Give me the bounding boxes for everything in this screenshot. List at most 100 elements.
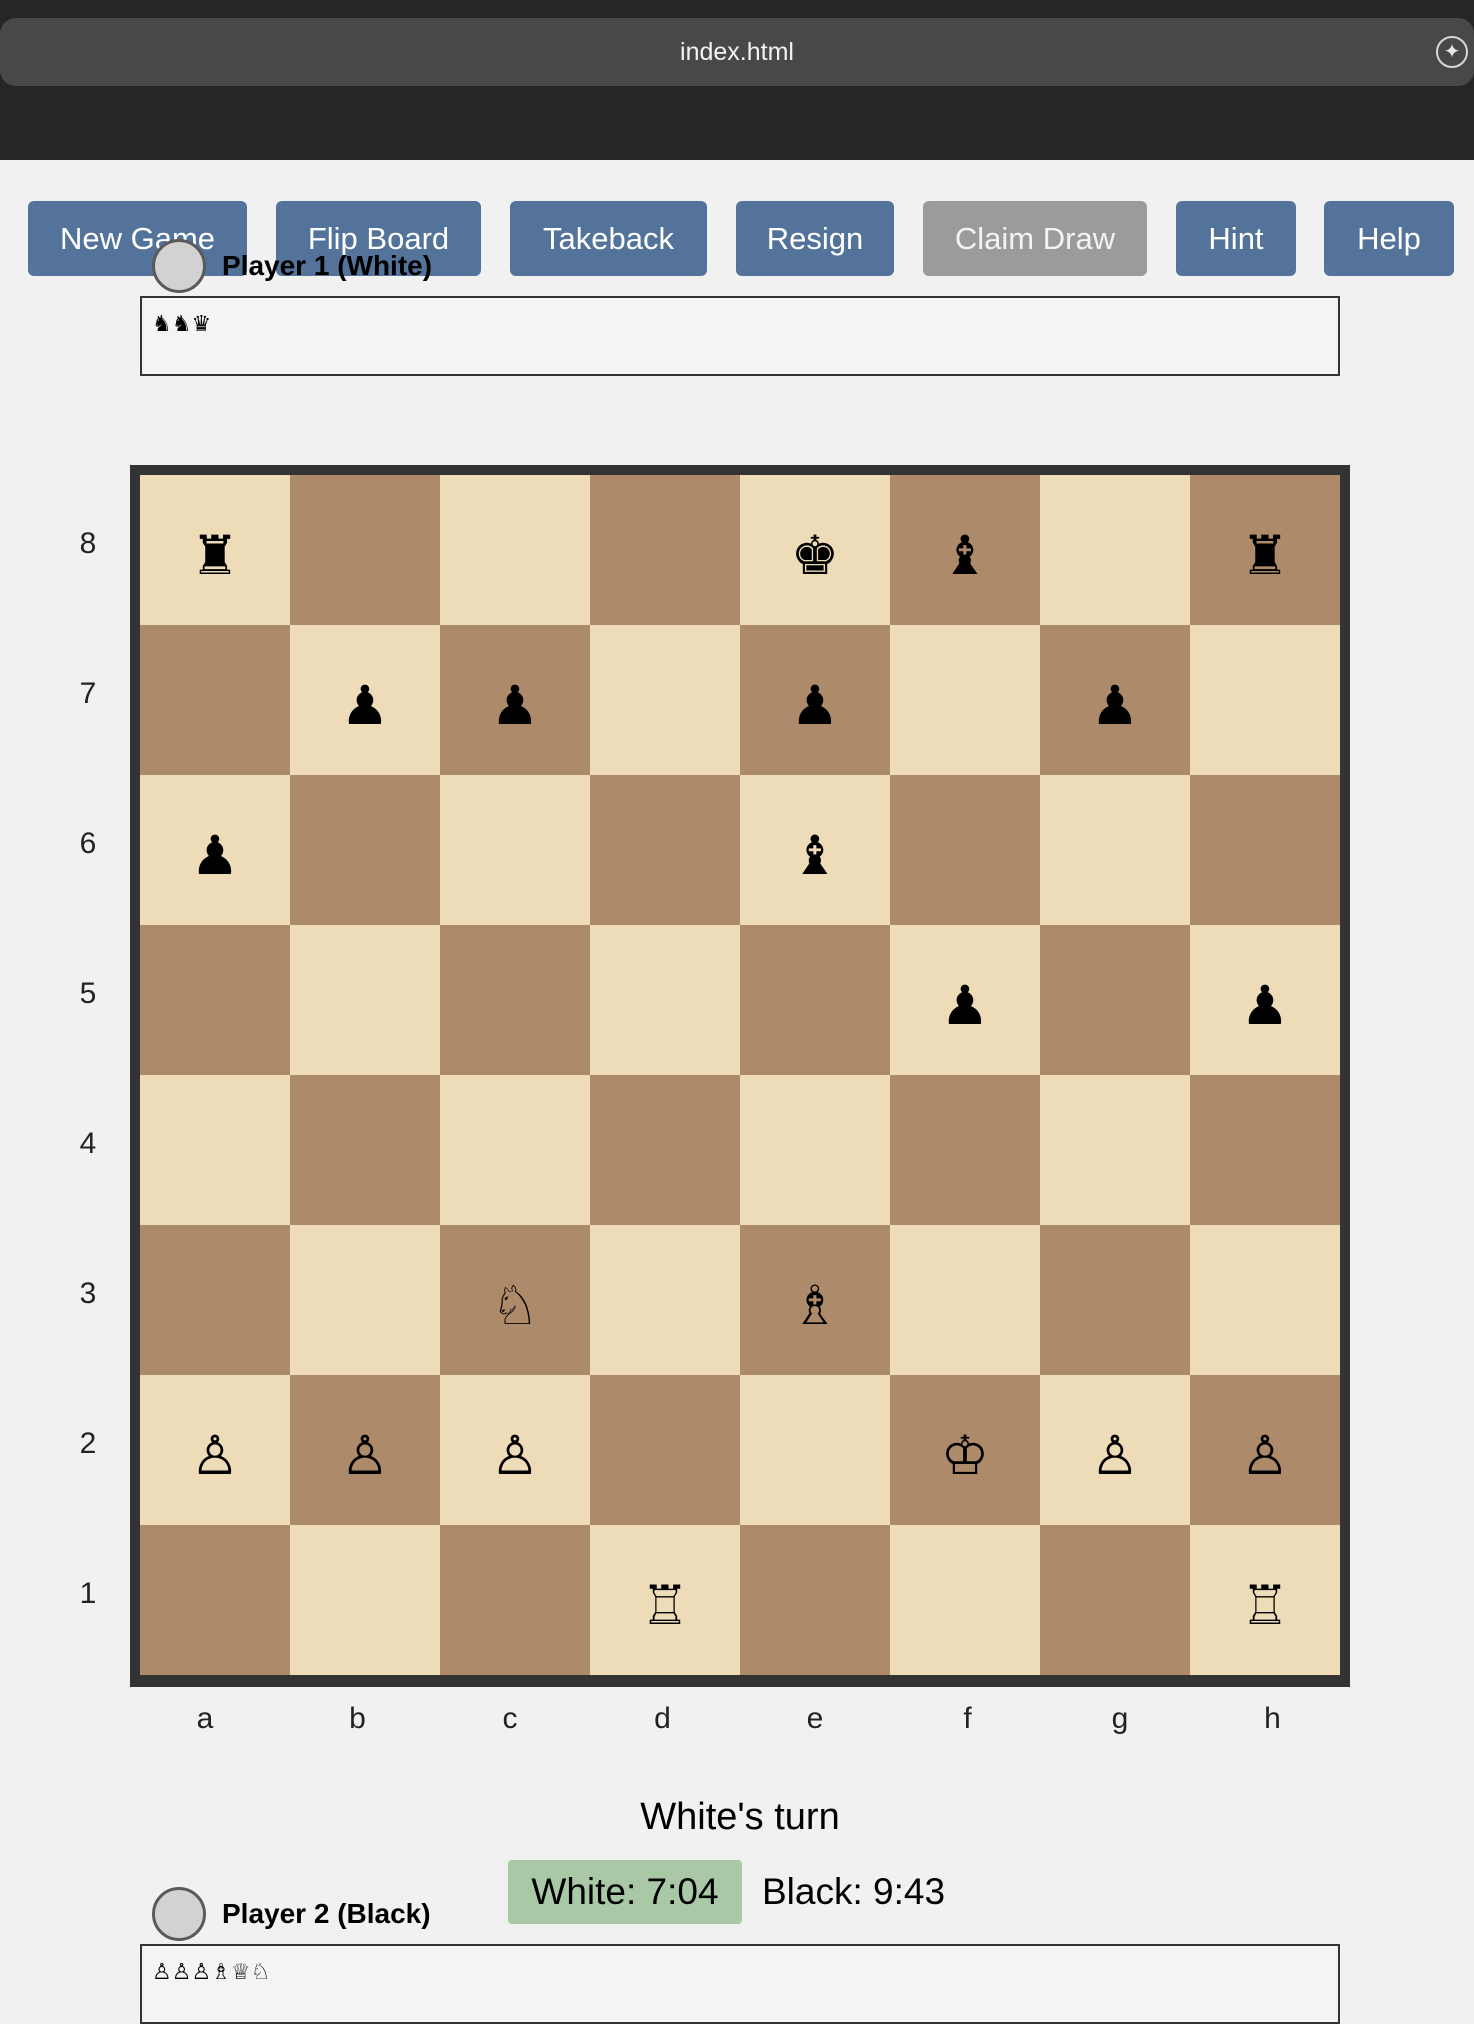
chess-piece[interactable]: ♖: [1241, 1579, 1289, 1633]
square-f3[interactable]: [890, 1225, 1040, 1375]
square-g2[interactable]: ♙: [1040, 1375, 1190, 1525]
square-c3[interactable]: ♘: [440, 1225, 590, 1375]
resign-button[interactable]: Resign: [736, 201, 894, 276]
square-a3[interactable]: [140, 1225, 290, 1375]
square-d2[interactable]: [590, 1375, 740, 1525]
square-e2[interactable]: [740, 1375, 890, 1525]
chess-piece[interactable]: ♟: [941, 979, 989, 1033]
square-e1[interactable]: [740, 1525, 890, 1675]
hint-button[interactable]: Hint: [1176, 201, 1296, 276]
takeback-button[interactable]: Takeback: [510, 201, 707, 276]
square-h7[interactable]: [1190, 625, 1340, 775]
chess-piece[interactable]: ♜: [191, 529, 239, 583]
square-a4[interactable]: [140, 1075, 290, 1225]
square-a2[interactable]: ♙: [140, 1375, 290, 1525]
chess-piece[interactable]: ♗: [791, 1279, 839, 1333]
square-c4[interactable]: [440, 1075, 590, 1225]
square-b1[interactable]: [290, 1525, 440, 1675]
chess-piece[interactable]: ♙: [191, 1429, 239, 1483]
square-b4[interactable]: [290, 1075, 440, 1225]
chess-piece[interactable]: ♚: [791, 529, 839, 583]
chess-piece[interactable]: ♟: [191, 829, 239, 883]
file-label: e: [806, 1702, 824, 1735]
chess-piece[interactable]: ♙: [1241, 1429, 1289, 1483]
chess-piece[interactable]: ♙: [1091, 1429, 1139, 1483]
square-d4[interactable]: [590, 1075, 740, 1225]
file-label: d: [654, 1702, 671, 1735]
square-c2[interactable]: ♙: [440, 1375, 590, 1525]
square-f5[interactable]: ♟: [890, 925, 1040, 1075]
claim-draw-button[interactable]: Claim Draw: [923, 201, 1147, 276]
chess-piece[interactable]: ♖: [641, 1579, 689, 1633]
rank-label: 4: [79, 1127, 97, 1160]
square-d8[interactable]: [590, 475, 740, 625]
square-e3[interactable]: ♗: [740, 1225, 890, 1375]
square-d5[interactable]: [590, 925, 740, 1075]
square-a1[interactable]: [140, 1525, 290, 1675]
square-h1[interactable]: ♖: [1190, 1525, 1340, 1675]
square-h3[interactable]: [1190, 1225, 1340, 1375]
square-g8[interactable]: [1040, 475, 1190, 625]
square-b2[interactable]: ♙: [290, 1375, 440, 1525]
square-f6[interactable]: [890, 775, 1040, 925]
square-g1[interactable]: [1040, 1525, 1190, 1675]
square-h2[interactable]: ♙: [1190, 1375, 1340, 1525]
square-c7[interactable]: ♟: [440, 625, 590, 775]
square-d7[interactable]: [590, 625, 740, 775]
square-a5[interactable]: [140, 925, 290, 1075]
chess-piece[interactable]: ♟: [1091, 679, 1139, 733]
square-f8[interactable]: ♝: [890, 475, 1040, 625]
chess-piece[interactable]: ♟: [1241, 979, 1289, 1033]
square-f4[interactable]: [890, 1075, 1040, 1225]
chess-piece[interactable]: ♘: [491, 1279, 539, 1333]
square-e7[interactable]: ♟: [740, 625, 890, 775]
chess-piece[interactable]: ♔: [941, 1429, 989, 1483]
square-b8[interactable]: [290, 475, 440, 625]
square-a7[interactable]: [140, 625, 290, 775]
square-h4[interactable]: [1190, 1075, 1340, 1225]
sparkle-icon[interactable]: ✦: [1436, 36, 1468, 68]
square-d6[interactable]: [590, 775, 740, 925]
chess-piece[interactable]: ♜: [1241, 529, 1289, 583]
square-g7[interactable]: ♟: [1040, 625, 1190, 775]
square-g3[interactable]: [1040, 1225, 1190, 1375]
chess-piece[interactable]: ♟: [341, 679, 389, 733]
square-c5[interactable]: [440, 925, 590, 1075]
square-e5[interactable]: [740, 925, 890, 1075]
square-h8[interactable]: ♜: [1190, 475, 1340, 625]
chess-piece[interactable]: ♝: [941, 529, 989, 583]
square-b7[interactable]: ♟: [290, 625, 440, 775]
chess-piece[interactable]: ♙: [491, 1429, 539, 1483]
chess-piece[interactable]: ♝: [791, 829, 839, 883]
chess-piece[interactable]: ♟: [791, 679, 839, 733]
square-g6[interactable]: [1040, 775, 1190, 925]
square-f1[interactable]: [890, 1525, 1040, 1675]
square-f2[interactable]: ♔: [890, 1375, 1040, 1525]
square-b5[interactable]: [290, 925, 440, 1075]
square-g5[interactable]: [1040, 925, 1190, 1075]
square-g4[interactable]: [1040, 1075, 1190, 1225]
square-c6[interactable]: [440, 775, 590, 925]
square-h5[interactable]: ♟: [1190, 925, 1340, 1075]
square-b3[interactable]: [290, 1225, 440, 1375]
square-a8[interactable]: ♜: [140, 475, 290, 625]
chess-piece[interactable]: ♙: [341, 1429, 389, 1483]
square-d1[interactable]: ♖: [590, 1525, 740, 1675]
square-e6[interactable]: ♝: [740, 775, 890, 925]
help-button[interactable]: Help: [1324, 201, 1454, 276]
square-c1[interactable]: [440, 1525, 590, 1675]
square-c8[interactable]: [440, 475, 590, 625]
square-d3[interactable]: [590, 1225, 740, 1375]
player2-name: Player 2 (Black): [222, 1898, 431, 1929]
square-e4[interactable]: [740, 1075, 890, 1225]
square-b6[interactable]: [290, 775, 440, 925]
square-e8[interactable]: ♚: [740, 475, 890, 625]
address-bar[interactable]: index.html ✦: [0, 18, 1474, 86]
square-a6[interactable]: ♟: [140, 775, 290, 925]
file-label: g: [1111, 1702, 1129, 1735]
square-f7[interactable]: [890, 625, 1040, 775]
rank-label: 6: [79, 827, 97, 860]
player1-avatar: [152, 239, 206, 293]
chess-piece[interactable]: ♟: [491, 679, 539, 733]
square-h6[interactable]: [1190, 775, 1340, 925]
